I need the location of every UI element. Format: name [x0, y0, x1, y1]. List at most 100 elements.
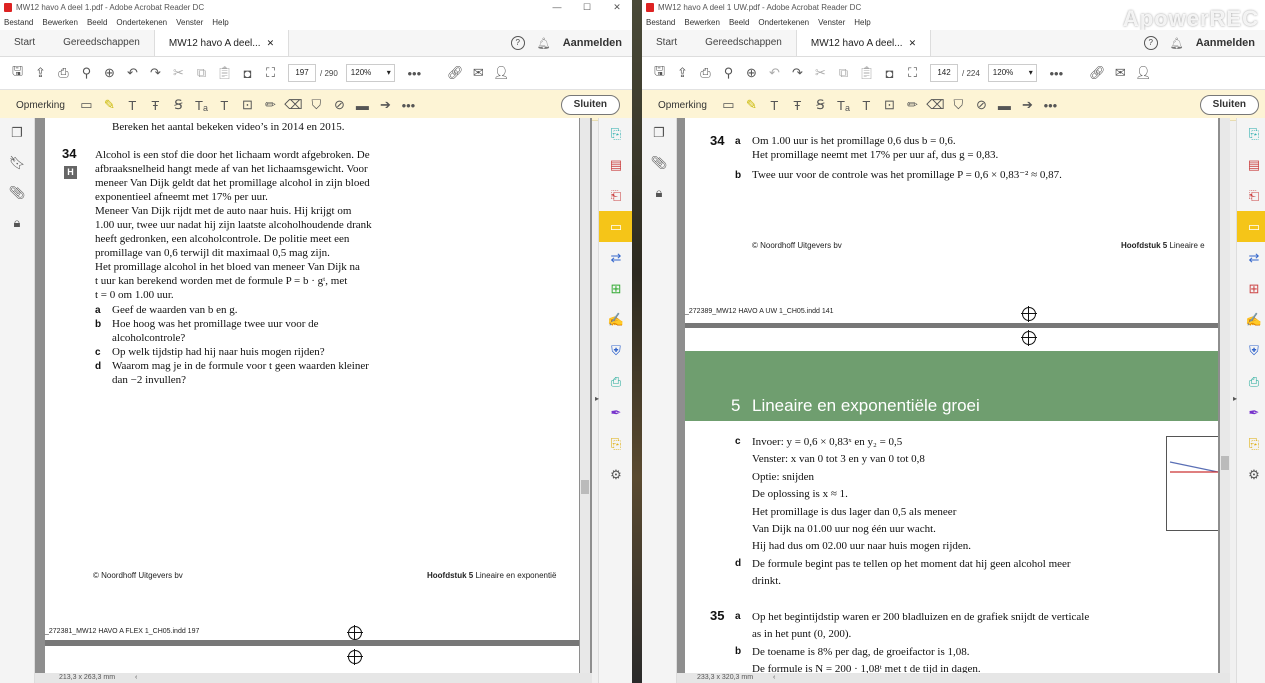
page-number-input[interactable]: 197: [288, 64, 316, 82]
add-user-icon[interactable]: 👤︎: [1132, 63, 1155, 83]
attachment-icon[interactable]: 📎︎: [0, 178, 34, 208]
redo-icon[interactable]: ↷: [144, 63, 167, 83]
tab-start[interactable]: Start: [0, 30, 49, 56]
comment-tool-icon[interactable]: ▭: [599, 211, 632, 242]
create-pdf-icon[interactable]: ⎘: [599, 118, 632, 149]
paste-icon[interactable]: 📋︎: [855, 63, 878, 83]
fill-sign-icon[interactable]: ✍: [599, 304, 632, 335]
snapshot-icon[interactable]: ◘: [236, 63, 259, 83]
comment-tool-icon[interactable]: ▭: [1237, 211, 1265, 242]
page-thumbnails-icon[interactable]: ❐: [642, 118, 676, 148]
undo-icon[interactable]: ↶: [121, 63, 144, 83]
more-comment-icon[interactable]: •••: [397, 95, 420, 115]
help-icon[interactable]: ?: [1143, 36, 1158, 50]
tab-close-icon[interactable]: ✕: [267, 38, 275, 48]
send-signature-icon[interactable]: ✒: [599, 397, 632, 428]
search-icon[interactable]: ⚲: [75, 63, 98, 83]
more-icon[interactable]: •••: [403, 63, 426, 83]
scroll-thumb[interactable]: [1221, 456, 1229, 470]
highlighter-icon[interactable]: ✎: [740, 95, 763, 115]
close-comment-button[interactable]: Sluiten: [1199, 95, 1259, 115]
search-icon[interactable]: ⚲: [717, 63, 740, 83]
text-underline-icon[interactable]: T: [763, 95, 786, 115]
print-icon[interactable]: ⎙: [694, 63, 717, 83]
add-text-icon[interactable]: T: [213, 95, 236, 115]
create-pdf-icon[interactable]: ⎘: [1237, 118, 1265, 149]
sticky-note-icon[interactable]: ▭: [75, 95, 98, 115]
line-icon[interactable]: ▬: [993, 95, 1016, 115]
strikethrough-icon[interactable]: Ŧ: [786, 95, 809, 115]
tab-start[interactable]: Start: [642, 30, 691, 56]
fill-sign-icon[interactable]: ✍: [1237, 304, 1265, 335]
send-signature-icon[interactable]: ✒: [1237, 397, 1265, 428]
zoom-select[interactable]: 120% ▾: [345, 64, 395, 82]
more-icon[interactable]: •••: [1045, 63, 1068, 83]
menu-help[interactable]: Help: [212, 18, 228, 27]
menu-bewerken[interactable]: Bewerken: [42, 18, 78, 27]
pencil-icon[interactable]: ✏: [259, 95, 282, 115]
more-tools-icon[interactable]: ⚙: [599, 459, 632, 490]
signature-panel-icon[interactable]: 🔒︎: [0, 208, 34, 238]
copy-icon[interactable]: ⧉: [832, 63, 855, 83]
export-pdf-icon[interactable]: ⎗: [1237, 180, 1265, 211]
text-underline-icon[interactable]: T: [121, 95, 144, 115]
minimize-icon[interactable]: —: [542, 0, 572, 14]
link-icon[interactable]: 🔗︎: [1086, 63, 1109, 83]
menu-venster[interactable]: Venster: [176, 18, 203, 27]
export-pdf-icon[interactable]: ⎗: [599, 180, 632, 211]
binoculars-icon[interactable]: ⛶: [259, 63, 282, 83]
bell-icon[interactable]: 🔔︎: [537, 37, 551, 50]
insert-text-icon[interactable]: Tₐ: [832, 95, 855, 115]
arrow-icon[interactable]: ➔: [374, 95, 397, 115]
scan-ocr-icon[interactable]: ⎙: [1237, 366, 1265, 397]
scan-ocr-icon[interactable]: ⎙: [599, 366, 632, 397]
menu-bewerken[interactable]: Bewerken: [684, 18, 720, 27]
document-viewport[interactable]: Bereken het aantal bekeken video’s in 20…: [35, 118, 592, 683]
menu-bestand[interactable]: Bestand: [646, 18, 675, 27]
print-icon[interactable]: ⎙: [52, 63, 75, 83]
more-tools-icon[interactable]: ⚙: [1237, 459, 1265, 490]
mail-icon[interactable]: ✉: [1109, 63, 1132, 83]
insert-text-icon[interactable]: Tₐ: [190, 95, 213, 115]
stamp-icon[interactable]: ⛉: [305, 95, 328, 115]
link-icon[interactable]: 🔗︎: [444, 63, 467, 83]
sign-in-button[interactable]: Aanmelden: [563, 37, 622, 49]
vertical-scrollbar[interactable]: [580, 118, 590, 683]
close-comment-button[interactable]: Sluiten: [560, 95, 620, 115]
eraser-icon[interactable]: ⌫: [282, 95, 305, 115]
menu-help[interactable]: Help: [854, 18, 870, 27]
copy-icon[interactable]: ⧉: [190, 63, 213, 83]
text-box-icon[interactable]: ⊡: [236, 95, 259, 115]
more-comment-icon[interactable]: •••: [1039, 95, 1062, 115]
zoom-page-icon[interactable]: ⊕: [98, 63, 121, 83]
close-icon[interactable]: ✕: [602, 0, 632, 14]
export-doc-icon[interactable]: ⎘: [1237, 428, 1265, 459]
bell-icon[interactable]: 🔔︎: [1170, 37, 1184, 50]
combine-files-icon[interactable]: ▤: [1237, 149, 1265, 180]
save-icon[interactable]: 🖫: [648, 63, 671, 83]
edit-pdf-icon[interactable]: ⊞: [599, 273, 632, 304]
text-box-icon[interactable]: ⊡: [878, 95, 901, 115]
cut-icon[interactable]: ✂: [809, 63, 832, 83]
line-icon[interactable]: ▬: [351, 95, 374, 115]
paste-icon[interactable]: 📋︎: [213, 63, 236, 83]
maximize-icon[interactable]: ☐: [572, 0, 602, 14]
mail-icon[interactable]: ✉: [467, 63, 490, 83]
document-viewport[interactable]: 34 a Om 1.00 uur is het promillage 0,6 d…: [677, 118, 1230, 683]
tab-document[interactable]: MW12 havo A deel... ✕: [795, 30, 932, 56]
replace-text-icon[interactable]: Ꞩ: [809, 95, 832, 115]
redo-icon[interactable]: ↷: [786, 63, 809, 83]
upload-icon[interactable]: ⇪: [671, 63, 694, 83]
menu-beeld[interactable]: Beeld: [729, 18, 749, 27]
tab-document[interactable]: MW12 havo A deel... ✕: [153, 30, 290, 56]
menu-ondertekenen[interactable]: Ondertekenen: [758, 18, 809, 27]
sticky-note-icon[interactable]: ▭: [717, 95, 740, 115]
collapse-right-icon[interactable]: ▸: [595, 394, 599, 403]
menu-beeld[interactable]: Beeld: [87, 18, 107, 27]
binoculars-icon[interactable]: ⛶: [901, 63, 924, 83]
scroll-left-icon[interactable]: ‹: [135, 674, 137, 681]
eraser-icon[interactable]: ⌫: [924, 95, 947, 115]
add-user-icon[interactable]: 👤︎: [490, 63, 513, 83]
tab-close-icon[interactable]: ✕: [909, 38, 917, 48]
tab-tools[interactable]: Gereedschappen: [691, 30, 796, 56]
